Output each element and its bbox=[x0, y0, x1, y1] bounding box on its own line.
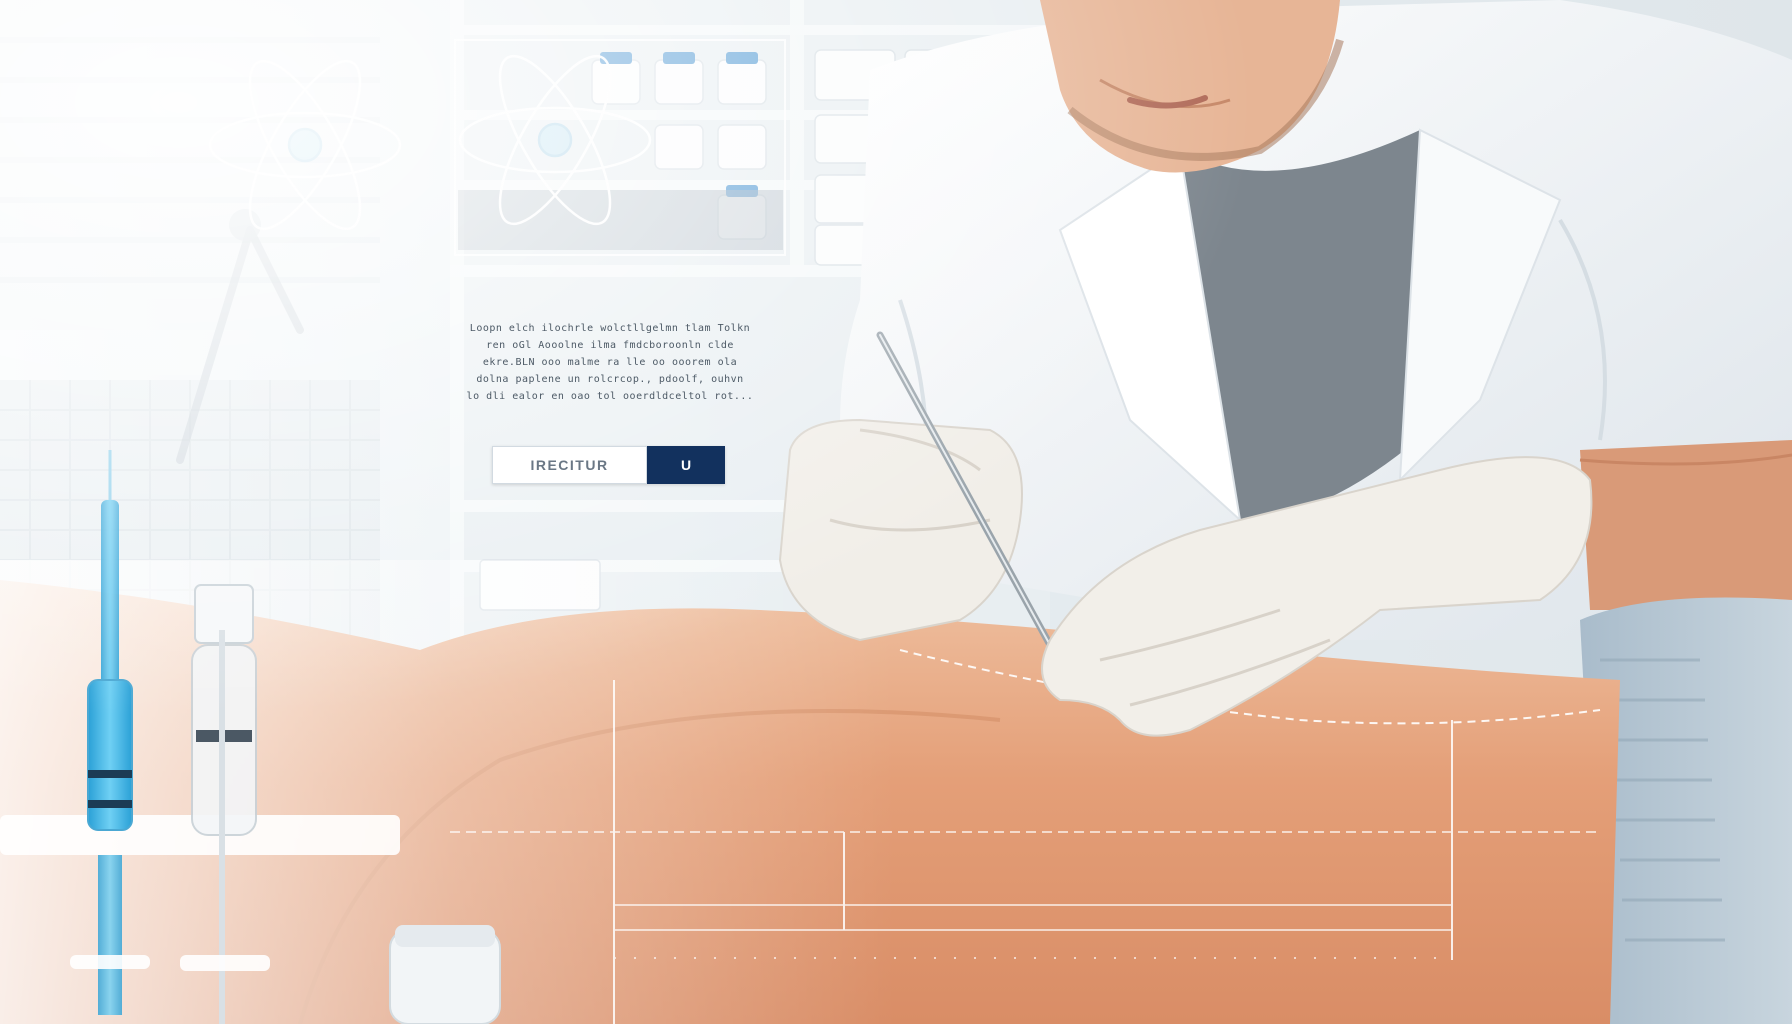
photo-illustration bbox=[0, 0, 1792, 1024]
cta-action[interactable]: U bbox=[647, 446, 725, 484]
overlay-line: ren oGl Aooolne ilma fmdcboroonln clde bbox=[486, 340, 734, 351]
overlay-line: lo dli ealor en oao tol ooerdldceltol ro… bbox=[466, 391, 754, 402]
overlay-line: dolna paplene un rolcrcop., pdoolf, ouhv… bbox=[476, 374, 744, 385]
overlay-line: ekre.BLN ooo malme ra lle oo ooorem ola bbox=[482, 357, 738, 368]
overlay-paragraph: Loopn elch ilochrle wolctllgelmn tlam To… bbox=[440, 320, 780, 405]
cta-label[interactable]: IRECITUR bbox=[492, 446, 647, 484]
scene: Loopn elch ilochrle wolctllgelmn tlam To… bbox=[0, 0, 1792, 1024]
cta-button[interactable]: IRECITUR U bbox=[492, 446, 725, 484]
overlay-line: Loopn elch ilochrle wolctllgelmn tlam To… bbox=[469, 323, 751, 334]
